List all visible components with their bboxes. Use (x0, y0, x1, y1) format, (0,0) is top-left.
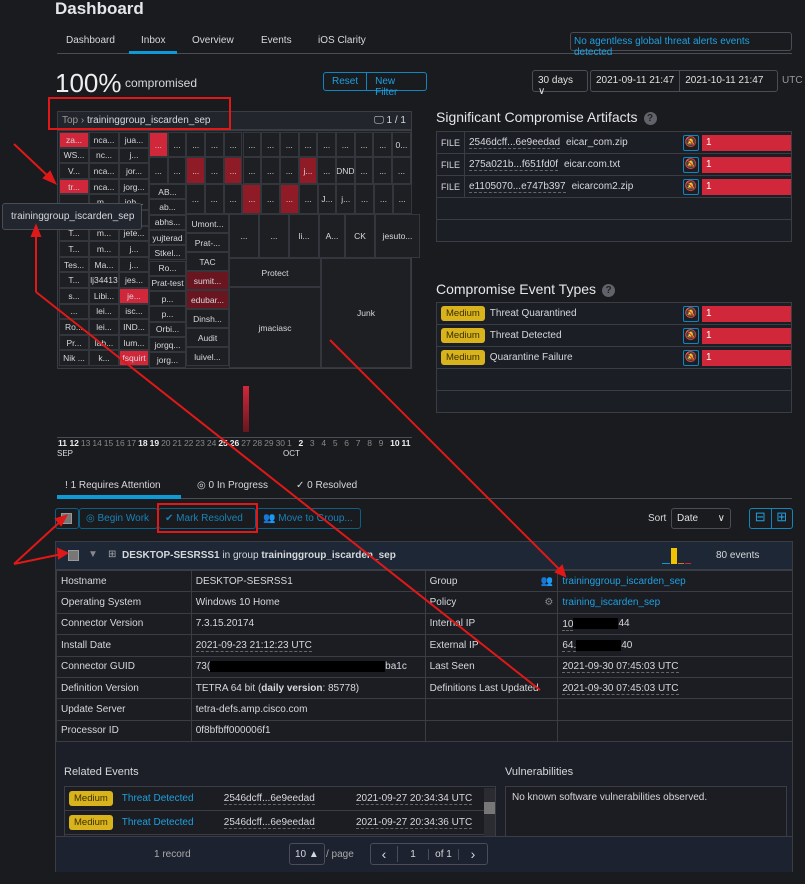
annotation-arrowhead (30, 223, 42, 237)
annotation-arrows (13, 143, 567, 691)
annotation-arrow (13, 553, 63, 565)
annotation-arrow (329, 339, 563, 573)
annotation-line (35, 291, 541, 691)
annotation-arrowhead (56, 547, 70, 560)
annotation-arrow (13, 519, 63, 565)
annotation-arrow (13, 143, 51, 179)
